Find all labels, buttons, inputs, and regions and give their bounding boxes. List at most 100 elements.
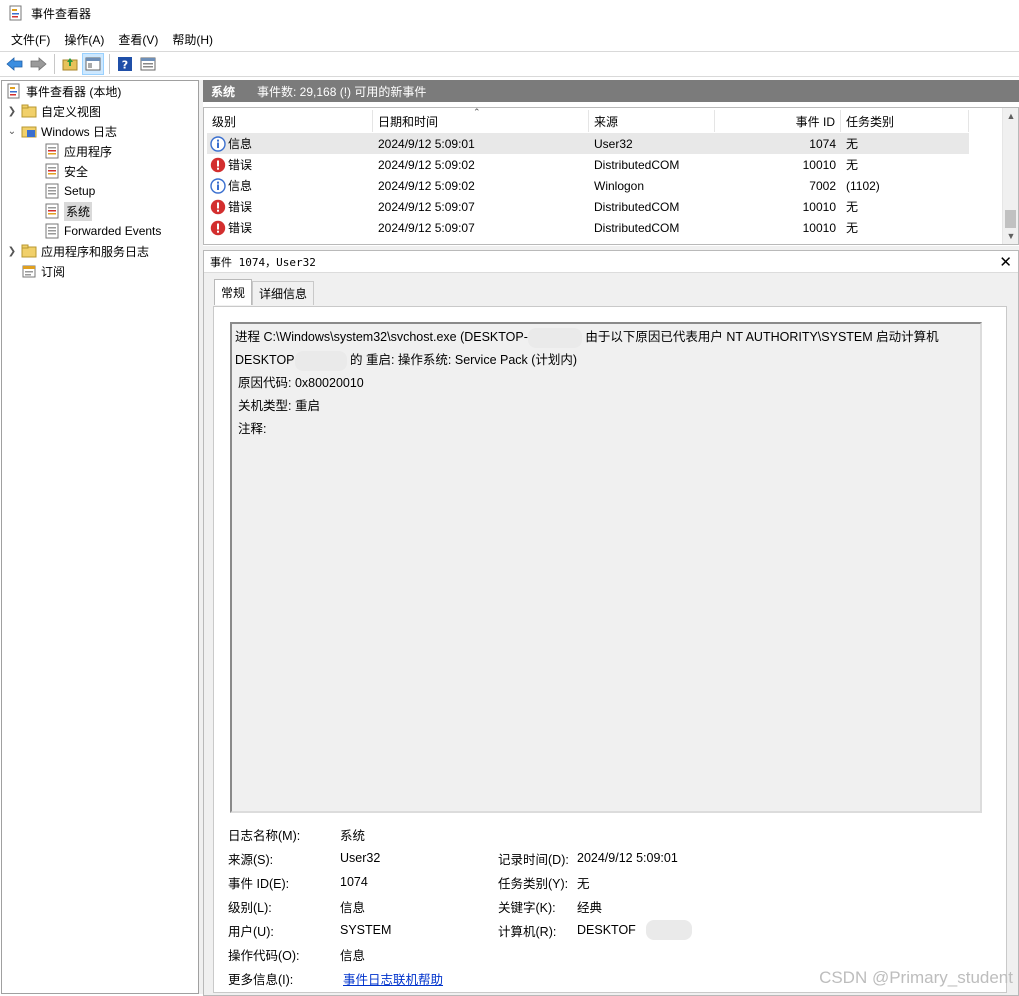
tab-general[interactable]: 常规 bbox=[214, 279, 253, 305]
cell-source-text: Winlogon bbox=[594, 178, 645, 193]
prop-opcode-value: 信息 bbox=[340, 948, 366, 963]
tree-item-app-services-logs[interactable]: ❯ 应用程序和服务日志 bbox=[6, 241, 149, 261]
help-button[interactable]: ? bbox=[114, 53, 136, 75]
watermark: CSDN @Primary_student bbox=[819, 968, 1013, 987]
cell-source-text: DistributedCOM bbox=[594, 157, 680, 172]
cell-event-id: 7002 bbox=[715, 175, 841, 196]
menu-action[interactable]: 操作(A) bbox=[57, 29, 111, 50]
prop-logged-label: 记录时间(D): bbox=[498, 852, 569, 867]
table-row[interactable]: 错误 2024/9/12 5:09:02 DistributedCOM 10010 无 bbox=[207, 154, 969, 175]
navigation-tree: 事件查看器 (本地) ❯ 自定义视图 ⌄ Windows 日志 应用程序 安全 … bbox=[1, 80, 199, 994]
toolbar-separator bbox=[109, 54, 110, 74]
cell-source: Winlogon bbox=[589, 175, 715, 196]
properties-icon bbox=[140, 57, 156, 71]
error-icon bbox=[210, 199, 226, 214]
column-header-source[interactable]: 来源 bbox=[589, 110, 715, 132]
prop-level-label: 级别(L): bbox=[228, 900, 272, 915]
properties-button[interactable] bbox=[137, 53, 159, 75]
help-icon: ? bbox=[118, 57, 132, 72]
cell-task-category-text: 无 bbox=[846, 221, 859, 235]
prop-log-name-value: 系统 bbox=[340, 828, 366, 843]
windows-logs-folder-icon bbox=[21, 126, 37, 138]
detail-title-text: 事件 1074，User32 bbox=[210, 255, 316, 269]
forward-button[interactable] bbox=[27, 53, 49, 75]
menu-file[interactable]: 文件(F) bbox=[4, 29, 57, 50]
table-row[interactable]: 错误 2024/9/12 5:09:07 DistributedCOM 10010 无 bbox=[207, 217, 969, 238]
prop-task-value: 无 bbox=[577, 876, 590, 891]
chevron-down-icon[interactable]: ⌄ bbox=[6, 126, 18, 137]
cell-task-category-text: 无 bbox=[846, 137, 859, 151]
menu-help[interactable]: 帮助(H) bbox=[165, 29, 220, 50]
cell-level-text: 错误 bbox=[228, 221, 253, 235]
column-header-datetime[interactable]: 日期和时间 ⌃ bbox=[373, 108, 589, 132]
cell-source-text: DistributedCOM bbox=[594, 199, 680, 214]
scroll-up-icon[interactable]: ▲ bbox=[1003, 108, 1018, 124]
table-row[interactable]: 错误 2024/9/12 5:09:07 DistributedCOM 10010 无 bbox=[207, 196, 969, 217]
up-level-button[interactable] bbox=[59, 53, 81, 75]
tree-item-subscriptions[interactable]: 订阅 bbox=[21, 261, 65, 281]
chevron-right-icon[interactable]: ❯ bbox=[6, 246, 18, 257]
log-icon bbox=[45, 203, 59, 219]
event-message-box[interactable]: 进程 C:\Windows\system32\svchost.exe (DESK… bbox=[230, 322, 982, 813]
cell-datetime-text: 2024/9/12 5:09:07 bbox=[378, 199, 475, 214]
tree-item-log-forwarded-events[interactable]: Forwarded Events bbox=[44, 221, 161, 241]
show-pane-icon bbox=[85, 57, 101, 71]
cell-datetime: 2024/9/12 5:09:02 bbox=[373, 154, 589, 175]
tree-item-windows-logs[interactable]: ⌄ Windows 日志 bbox=[6, 121, 117, 141]
column-header-task-category[interactable]: 任务类别 bbox=[841, 110, 969, 132]
cell-level-text: 错误 bbox=[228, 200, 253, 214]
message-text: DESKTOP bbox=[235, 353, 295, 367]
prop-computer-value: DESKTOF bbox=[577, 920, 692, 940]
message-line: 进程 C:\Windows\system32\svchost.exe (DESK… bbox=[235, 326, 980, 349]
column-header-event-id[interactable]: 事件 ID bbox=[715, 110, 841, 132]
folder-icon bbox=[21, 244, 37, 258]
menu-view[interactable]: 查看(V) bbox=[111, 29, 165, 50]
window-title: 事件查看器 bbox=[31, 6, 92, 21]
message-line: DESKTOP 的 重启: 操作系统: Service Pack (计划内) bbox=[235, 349, 980, 372]
tree-label: Windows 日志 bbox=[41, 124, 118, 139]
column-header-level[interactable]: 级别 bbox=[207, 110, 373, 132]
cell-task-category-text: 无 bbox=[846, 158, 859, 172]
cell-level: 错误 bbox=[207, 196, 373, 217]
cell-event-id-text: 10010 bbox=[802, 157, 836, 172]
event-viewer-icon bbox=[7, 83, 20, 99]
chevron-right-icon[interactable]: ❯ bbox=[6, 106, 18, 117]
cell-event-id-text: 10010 bbox=[802, 220, 836, 235]
redaction-blur bbox=[645, 920, 692, 940]
table-row[interactable]: 信息 2024/9/12 5:09:01 User32 1074 无 bbox=[207, 133, 969, 154]
log-header: 系统 事件数: 29,168 (!) 可用的新事件 bbox=[203, 80, 1019, 102]
tree-item-root[interactable]: 事件查看器 (本地) bbox=[6, 81, 121, 101]
table-row[interactable]: 信息 2024/9/12 5:09:02 Winlogon 7002 (1102) bbox=[207, 175, 969, 196]
scroll-thumb[interactable] bbox=[1005, 210, 1016, 228]
close-icon[interactable]: ✕ bbox=[999, 253, 1012, 271]
cell-task-category: 无 bbox=[841, 217, 969, 238]
column-label: 任务类别 bbox=[846, 114, 895, 129]
log-icon bbox=[45, 183, 59, 199]
message-line: 关机类型: 重启 bbox=[238, 399, 320, 413]
prop-source-value: User32 bbox=[340, 851, 381, 865]
cell-datetime-text: 2024/9/12 5:09:02 bbox=[378, 178, 475, 193]
cell-event-id: 1074 bbox=[715, 133, 841, 154]
title-bar: 事件查看器 bbox=[0, 0, 1019, 26]
scroll-down-icon[interactable]: ▼ bbox=[1003, 228, 1018, 244]
prop-logged-value: 2024/9/12 5:09:01 bbox=[577, 851, 678, 865]
tree-item-log-system[interactable]: 系统 bbox=[44, 201, 93, 221]
cell-datetime: 2024/9/12 5:09:02 bbox=[373, 175, 589, 196]
tree-item-custom-views[interactable]: ❯ 自定义视图 bbox=[6, 101, 101, 121]
tree-item-log-application[interactable]: 应用程序 bbox=[44, 141, 112, 161]
tab-details[interactable]: 详细信息 bbox=[252, 281, 315, 305]
cell-datetime-text: 2024/9/12 5:09:02 bbox=[378, 157, 475, 172]
cell-task-category: 无 bbox=[841, 154, 969, 175]
tree-item-log-setup[interactable]: Setup bbox=[44, 181, 95, 201]
cell-task-category: (1102) bbox=[841, 175, 969, 196]
back-button[interactable] bbox=[4, 53, 26, 75]
redaction-blur bbox=[527, 327, 582, 348]
event-detail-panel: 事件 1074，User32 ✕ 常规 详细信息 进程 C:\Windows\s… bbox=[203, 250, 1019, 996]
log-icon bbox=[45, 163, 59, 179]
tree-item-log-security[interactable]: 安全 bbox=[44, 161, 88, 181]
prop-keywords-value: 经典 bbox=[577, 900, 603, 915]
show-hide-pane-button[interactable] bbox=[82, 53, 104, 75]
tab-label: 详细信息 bbox=[259, 287, 308, 301]
online-help-link[interactable]: 事件日志联机帮助 bbox=[343, 968, 443, 988]
grid-vertical-scrollbar[interactable]: ▲ ▼ bbox=[1002, 108, 1018, 244]
